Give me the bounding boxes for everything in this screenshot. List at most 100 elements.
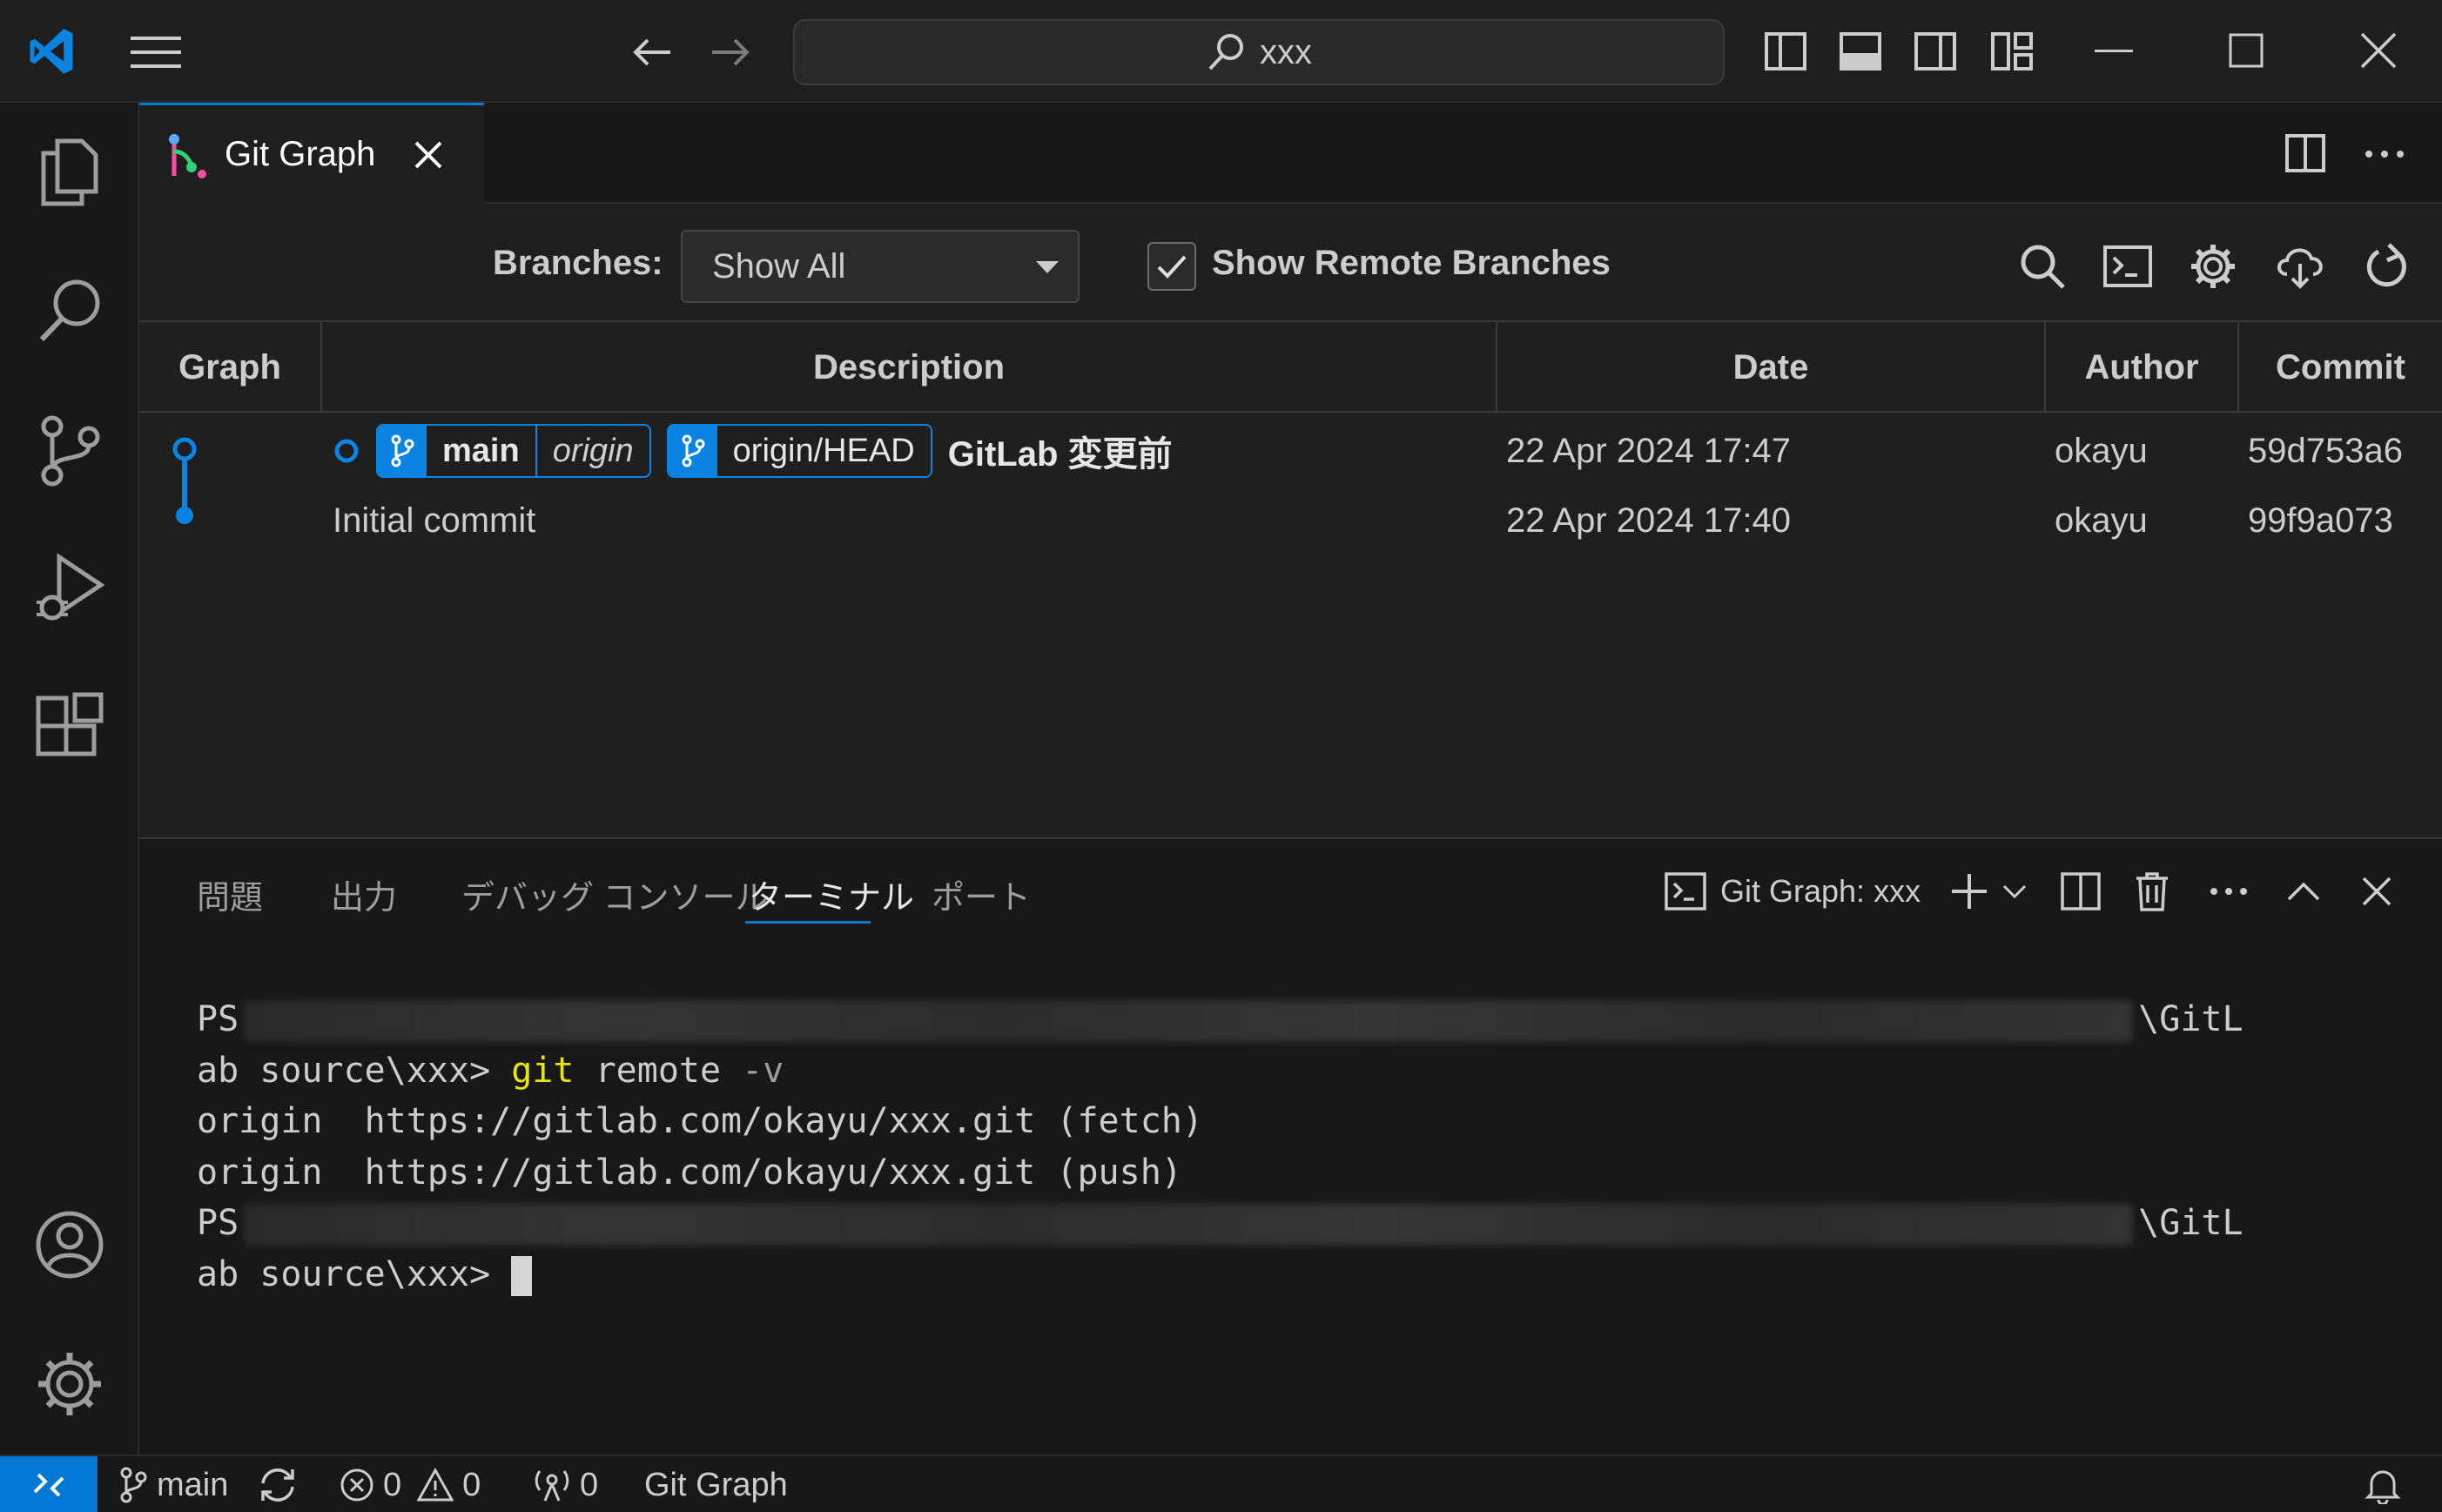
extensions-icon[interactable] xyxy=(26,684,113,771)
split-editor-icon[interactable] xyxy=(2284,132,2326,174)
column-date[interactable]: Date xyxy=(1497,322,2046,413)
problems-status[interactable]: 0 0 xyxy=(340,1456,481,1512)
branch-icon xyxy=(120,1467,147,1503)
ports-count: 0 xyxy=(580,1466,599,1503)
commit-hash: 99f9a073 xyxy=(2248,501,2393,540)
terminal-output-line: origin https://gitlab.com/okayu/xxx.git … xyxy=(197,1152,1182,1193)
activity-bar xyxy=(0,103,139,1455)
redacted-path xyxy=(244,1204,2134,1246)
close-tab-icon[interactable] xyxy=(414,140,443,170)
branch-status[interactable]: main xyxy=(118,1456,228,1512)
active-tab-indicator xyxy=(745,921,871,924)
column-description[interactable]: Description xyxy=(322,322,1497,413)
uncommitted-circle-icon xyxy=(333,437,360,465)
branches-dropdown[interactable]: Show All xyxy=(681,230,1080,303)
search-icon xyxy=(1206,31,1248,73)
back-arrow-icon[interactable] xyxy=(630,33,674,71)
maximize-window-icon[interactable] xyxy=(2229,33,2264,68)
maximize-panel-chevron-up-icon[interactable] xyxy=(2277,865,2330,917)
panel-tab-problems[interactable]: 問題 xyxy=(197,870,263,918)
ref-name: origin/HEAD xyxy=(732,432,915,469)
broadcast-icon xyxy=(535,1470,569,1502)
split-terminal-icon[interactable] xyxy=(2055,865,2107,917)
settings-gear-icon[interactable] xyxy=(2185,239,2241,294)
commit-table-header: Graph Description Date Author Commit xyxy=(139,322,2442,413)
close-panel-icon[interactable] xyxy=(2351,865,2403,917)
fetch-cloud-icon[interactable] xyxy=(2272,239,2328,294)
show-remote-branches-checkbox[interactable] xyxy=(1147,242,1196,291)
customize-layout-icon[interactable] xyxy=(1990,30,2034,73)
branch-ref-main[interactable]: main origin xyxy=(376,424,651,478)
branch-icon xyxy=(378,426,427,476)
minimize-window-icon[interactable] xyxy=(2095,49,2133,54)
terminal-name: Git Graph: xxx xyxy=(1720,873,1921,909)
terminal-icon xyxy=(1665,872,1706,911)
refresh-icon[interactable] xyxy=(2359,239,2415,294)
panel-tab-terminal[interactable]: ターミナル xyxy=(749,870,914,918)
table-row[interactable]: main origin origin/HEAD GitLab 変更前 22 Ap… xyxy=(139,416,2442,486)
terminal-selector[interactable]: Git Graph: xxx xyxy=(1665,865,1921,917)
terminal-cursor xyxy=(511,1255,533,1296)
terminal-output[interactable]: PS \GitL ab source\xxx> git remote -v ori… xyxy=(197,994,2244,1300)
menu-icon[interactable] xyxy=(129,33,183,71)
accounts-icon[interactable] xyxy=(26,1201,113,1288)
find-icon[interactable] xyxy=(2015,239,2070,294)
explorer-icon[interactable] xyxy=(26,129,113,216)
ports-status[interactable]: 0 xyxy=(533,1456,598,1512)
commit-author: okayu xyxy=(2055,501,2148,540)
error-count: 0 xyxy=(383,1466,402,1503)
manage-gear-icon[interactable] xyxy=(26,1341,113,1428)
panel-tab-ports[interactable]: ポート xyxy=(932,870,1031,918)
remote-indicator[interactable] xyxy=(0,1456,98,1512)
close-window-icon[interactable] xyxy=(2359,31,2398,70)
toggle-primary-sidebar-icon[interactable] xyxy=(1764,30,1807,73)
checkmark-icon xyxy=(1157,255,1187,279)
ref-name: main xyxy=(442,432,520,469)
editor-tab-bar: Git Graph xyxy=(139,103,2442,204)
new-terminal-plus-icon[interactable] xyxy=(1943,865,1995,917)
git-graph-icon xyxy=(165,131,207,179)
source-control-icon[interactable] xyxy=(26,407,113,494)
terminal-prompt: ab source\xxx> xyxy=(197,1253,512,1294)
branch-ref-origin-head[interactable]: origin/HEAD xyxy=(666,424,932,478)
commit-message: Initial commit xyxy=(333,501,536,540)
forward-arrow-icon[interactable] xyxy=(709,33,752,71)
open-terminal-icon[interactable] xyxy=(2100,239,2156,294)
title-bar: xxx xyxy=(0,0,2442,103)
terminal-path-suffix: \GitL xyxy=(2138,999,2244,1039)
command-center-search[interactable]: xxx xyxy=(793,19,1725,85)
commit-author: okayu xyxy=(2055,431,2148,470)
remote-icon xyxy=(33,1473,64,1497)
commit-date: 22 Apr 2024 17:47 xyxy=(1506,431,1791,470)
commit-hash: 59d753a6 xyxy=(2248,431,2403,470)
table-row[interactable]: Initial commit 22 Apr 2024 17:40 okayu 9… xyxy=(139,486,2442,555)
panel-tab-output[interactable]: 出力 xyxy=(331,870,397,918)
column-author[interactable]: Author xyxy=(2046,322,2239,413)
redacted-path xyxy=(244,1000,2134,1042)
more-actions-icon[interactable] xyxy=(2365,150,2405,158)
sync-icon[interactable] xyxy=(258,1456,298,1512)
commit-description: main origin origin/HEAD GitLab 変更前 xyxy=(333,416,1499,486)
branch-icon xyxy=(668,426,717,476)
kill-terminal-trash-icon[interactable] xyxy=(2126,865,2178,917)
bottom-panel: 問題 出力 デバッグ コンソール ターミナル ポート Git Graph: xx… xyxy=(139,837,2442,1455)
toggle-secondary-sidebar-icon[interactable] xyxy=(1914,30,1957,73)
terminal-dropdown-chevron-icon[interactable] xyxy=(1988,865,2041,917)
vscode-logo-icon xyxy=(24,24,78,78)
terminal-args: remote xyxy=(574,1050,743,1091)
column-commit[interactable]: Commit xyxy=(2239,322,2442,413)
search-text: xxx xyxy=(1260,32,1312,71)
status-bar: main 0 0 0 Git Graph xyxy=(0,1455,2442,1512)
notifications-bell-icon[interactable] xyxy=(2365,1456,2401,1512)
column-graph[interactable]: Graph xyxy=(139,322,322,413)
more-actions-icon[interactable] xyxy=(2203,865,2255,917)
git-graph-status[interactable]: Git Graph xyxy=(644,1456,788,1512)
commit-date: 22 Apr 2024 17:40 xyxy=(1506,501,1791,540)
dropdown-caret-icon xyxy=(1036,261,1059,273)
show-remote-branches-label: Show Remote Branches xyxy=(1212,244,1611,282)
search-icon[interactable] xyxy=(26,266,113,353)
panel-tab-debug-console[interactable]: デバッグ コンソール xyxy=(461,870,769,918)
tab-git-graph[interactable]: Git Graph xyxy=(139,103,484,204)
run-and-debug-icon[interactable] xyxy=(26,545,113,632)
toggle-panel-icon[interactable] xyxy=(1839,30,1882,73)
